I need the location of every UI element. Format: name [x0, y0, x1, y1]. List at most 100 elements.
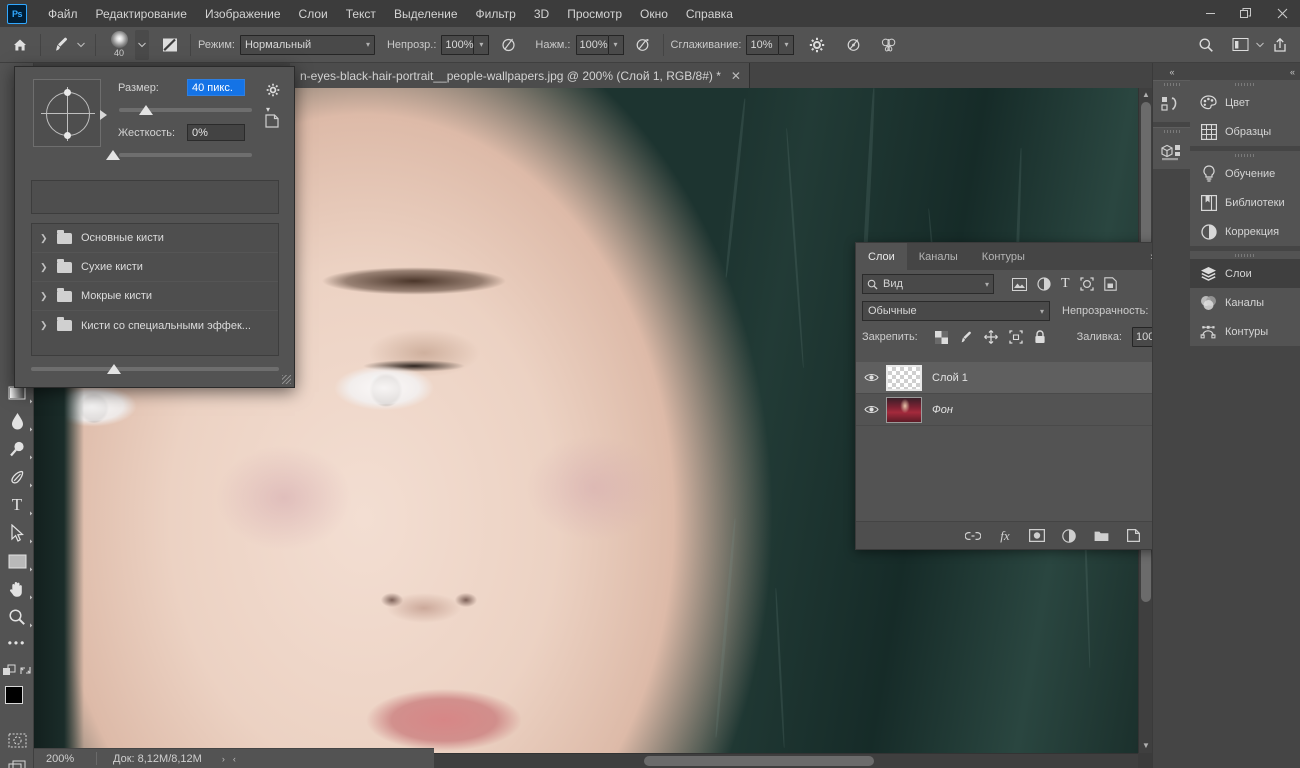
sidebar-item-paths[interactable]: Контуры — [1190, 317, 1300, 346]
smoothing-input[interactable]: 10% — [746, 35, 779, 55]
filter-pixel-icon[interactable] — [1012, 278, 1027, 291]
layer-name[interactable]: Фон — [932, 404, 953, 416]
zoom-level[interactable]: 200% — [34, 753, 96, 765]
menu-image[interactable]: Изображение — [196, 3, 290, 25]
sidebar-item-swatches[interactable]: Образцы — [1190, 117, 1300, 146]
smoothing-chevron-down-icon[interactable]: ▾ — [779, 35, 794, 55]
blend-mode-select[interactable]: Нормальный ▾ — [240, 35, 375, 55]
sidebar-item-adjustments[interactable]: Коррекция — [1190, 217, 1300, 246]
brush-folder-item[interactable]: ❯ Сухие кисти — [32, 253, 278, 282]
history-actions-icon[interactable] — [1153, 88, 1190, 122]
menu-window[interactable]: Окно — [631, 3, 677, 25]
panel-grip[interactable] — [1190, 251, 1300, 259]
airbrush-icon[interactable] — [630, 32, 656, 58]
status-prev-icon[interactable]: ‹ — [233, 754, 236, 764]
menu-3d[interactable]: 3D — [525, 3, 558, 25]
collapse-dock-icon[interactable]: « — [1190, 63, 1300, 80]
symmetry-butterfly-icon[interactable] — [876, 32, 902, 58]
gear-icon[interactable]: ▾ — [266, 83, 280, 112]
horizontal-scroll-thumb[interactable] — [644, 756, 874, 766]
layer-mask-button[interactable] — [1029, 528, 1045, 544]
new-group-button[interactable] — [1093, 528, 1109, 544]
sidebar-item-layers[interactable]: Слои — [1190, 259, 1300, 288]
lock-position-icon[interactable] — [984, 330, 998, 344]
brush-angle-arrow-icon[interactable] — [100, 110, 107, 120]
filter-adjustment-icon[interactable] — [1037, 277, 1051, 291]
layer-thumbnail[interactable] — [886, 397, 922, 423]
chevron-down-icon[interactable]: ▾ — [985, 280, 989, 289]
home-icon[interactable] — [7, 32, 33, 58]
color-swatches[interactable] — [0, 684, 34, 720]
layer-filter-select[interactable]: Вид ▾ — [862, 274, 994, 294]
menu-text[interactable]: Текст — [337, 3, 385, 25]
opacity-input[interactable]: 100% — [441, 35, 474, 55]
filter-smart-object-icon[interactable] — [1104, 277, 1117, 291]
tool-zoom[interactable] — [0, 603, 34, 631]
link-layers-button[interactable] — [965, 528, 981, 544]
swap-colors-icon[interactable] — [18, 659, 33, 681]
chevron-right-icon[interactable]: ❯ — [40, 291, 48, 302]
brush-search-box[interactable] — [31, 180, 279, 214]
workspace-icon[interactable] — [1227, 32, 1253, 58]
layer-thumbnail[interactable] — [886, 365, 922, 391]
tool-blur[interactable] — [0, 407, 34, 435]
document-tab[interactable]: n-eyes-black-hair-portrait__people-wallp… — [290, 63, 750, 88]
tab-layers[interactable]: Слои — [856, 243, 907, 270]
brush-preset-picker[interactable]: ▾ Размер: 40 пикс. Жесткость: 0% ❯ Основ… — [14, 66, 295, 388]
scroll-up-icon[interactable]: ▲ — [1139, 88, 1153, 102]
pressure-opacity-icon[interactable] — [495, 32, 521, 58]
brush-folder-item[interactable]: ❯ Кисти со специальными эффек... — [32, 311, 278, 340]
brush-hardness-slider[interactable] — [119, 153, 252, 157]
chevron-down-icon[interactable]: ▾ — [1040, 307, 1044, 316]
tool-dodge[interactable] — [0, 435, 34, 463]
foreground-color-swatch[interactable] — [5, 686, 23, 704]
quick-mask-icon[interactable] — [0, 726, 34, 754]
menu-view[interactable]: Просмотр — [558, 3, 631, 25]
brush-folder-item[interactable]: ❯ Основные кисти — [32, 224, 278, 253]
panel-grip[interactable] — [1153, 128, 1190, 135]
share-icon[interactable] — [1267, 32, 1293, 58]
sidebar-item-color[interactable]: Цвет — [1190, 88, 1300, 117]
layer-style-button[interactable]: fx — [997, 528, 1013, 544]
tab-channels[interactable]: Каналы — [907, 243, 970, 270]
workspace-chevron-down-icon[interactable] — [1253, 32, 1267, 58]
tool-more[interactable]: ••• — [0, 631, 34, 655]
layer-visibility-toggle[interactable] — [856, 404, 886, 415]
sidebar-item-libraries[interactable]: Библиотеки — [1190, 188, 1300, 217]
smoothing-control[interactable]: 10% ▾ — [746, 35, 794, 55]
tool-rectangle[interactable] — [0, 547, 34, 575]
chevron-right-icon[interactable]: ❯ — [40, 262, 48, 273]
lock-artboard-icon[interactable] — [1009, 330, 1023, 344]
menu-edit[interactable]: Редактирование — [87, 3, 196, 25]
opacity-chevron-down-icon[interactable]: ▾ — [474, 35, 489, 55]
brush-size-input[interactable]: 40 пикс. — [187, 79, 245, 96]
lock-all-icon[interactable] — [1034, 330, 1046, 344]
filter-shape-icon[interactable] — [1080, 277, 1094, 291]
layer-visibility-toggle[interactable] — [856, 372, 886, 383]
minimize-button[interactable] — [1192, 0, 1228, 27]
menu-help[interactable]: Справка — [677, 3, 742, 25]
opacity-control[interactable]: 100% ▾ — [441, 35, 489, 55]
table-row[interactable]: Слой 1 — [856, 362, 1189, 394]
resize-grip-icon[interactable] — [282, 375, 291, 384]
lock-image-pixels-icon[interactable] — [959, 330, 973, 344]
menu-filter[interactable]: Фильтр — [467, 3, 525, 25]
panel-grip[interactable] — [1190, 151, 1300, 159]
brush-handle-top[interactable] — [64, 89, 71, 96]
flow-chevron-down-icon[interactable]: ▾ — [609, 35, 624, 55]
chevron-right-icon[interactable]: ❯ — [40, 320, 48, 331]
scroll-down-icon[interactable]: ▼ — [1139, 739, 1153, 753]
3d-properties-icon[interactable] — [1153, 135, 1190, 169]
edit-toolbar-icon[interactable] — [0, 659, 18, 681]
layer-name[interactable]: Слой 1 — [932, 372, 968, 384]
brush-preset-chevron-icon[interactable] — [135, 30, 149, 60]
brush-tool-icon[interactable] — [48, 32, 74, 58]
tool-type[interactable]: T — [0, 491, 34, 519]
brush-list-scroll-knob[interactable] — [107, 364, 121, 374]
adjustment-layer-button[interactable] — [1061, 528, 1077, 544]
brush-tool-chevron-icon[interactable] — [74, 32, 88, 58]
brush-hardness-input[interactable]: 0% — [187, 124, 245, 141]
layer-blend-mode-select[interactable]: Обычные ▾ — [862, 301, 1050, 321]
tab-paths[interactable]: Контуры — [970, 243, 1037, 270]
sidebar-item-learn[interactable]: Обучение — [1190, 159, 1300, 188]
